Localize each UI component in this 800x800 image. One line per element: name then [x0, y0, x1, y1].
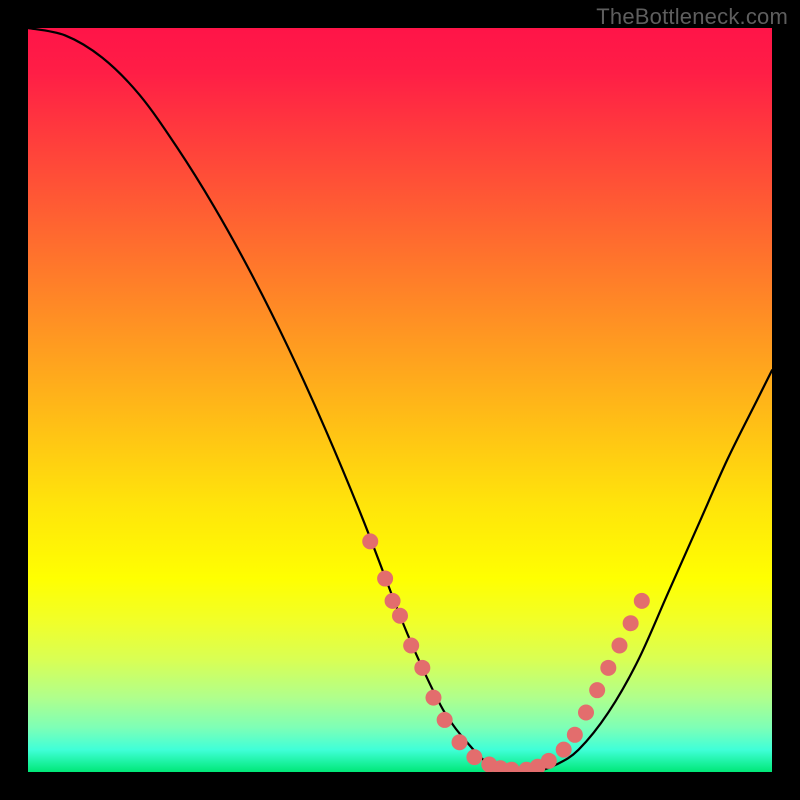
highlight-dot: [567, 727, 583, 743]
highlight-dot: [600, 660, 616, 676]
highlight-dot: [452, 734, 468, 750]
bottleneck-curve-line: [28, 28, 772, 772]
highlight-dot: [611, 638, 627, 654]
highlight-dot: [623, 615, 639, 631]
highlight-dot: [425, 690, 441, 706]
curve-layer: [28, 28, 772, 772]
highlight-dot: [578, 704, 594, 720]
chart-container: TheBottleneck.com: [0, 0, 800, 800]
highlight-dot: [403, 638, 419, 654]
highlight-dot: [385, 593, 401, 609]
highlighted-dots-group: [362, 533, 650, 772]
highlight-dot: [362, 533, 378, 549]
highlight-dot: [437, 712, 453, 728]
watermark-text: TheBottleneck.com: [596, 4, 788, 30]
highlight-dot: [392, 608, 408, 624]
highlight-dot: [377, 571, 393, 587]
highlight-dot: [541, 753, 557, 769]
highlight-dot: [556, 742, 572, 758]
highlight-dot: [589, 682, 605, 698]
highlight-dot: [634, 593, 650, 609]
highlight-dot: [466, 749, 482, 765]
highlight-dot: [414, 660, 430, 676]
plot-area: [28, 28, 772, 772]
